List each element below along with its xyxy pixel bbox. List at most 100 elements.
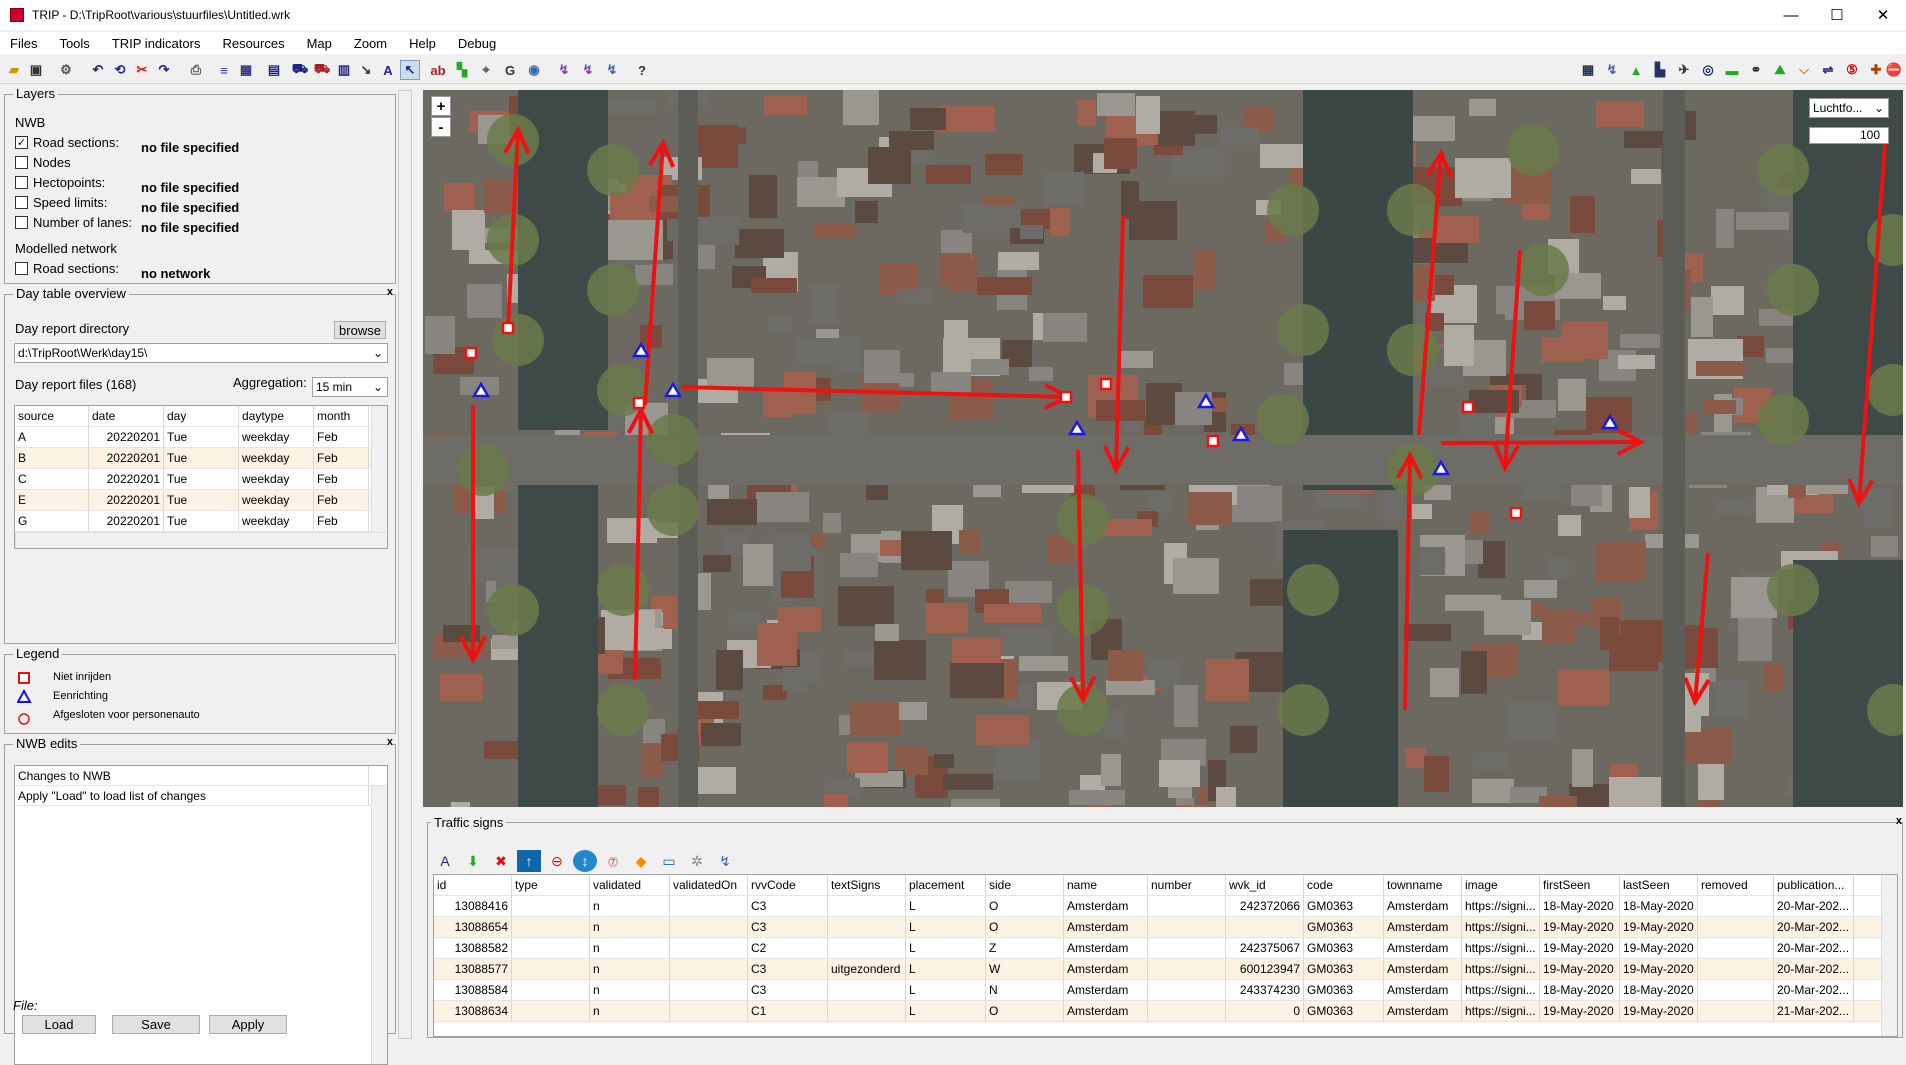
column-header[interactable]: number — [1148, 875, 1226, 895]
undo-icon[interactable]: ↶ — [88, 60, 108, 80]
table-row[interactable]: C 20220201 Tue weekday Feb — [15, 469, 387, 490]
vertical-scrollbar[interactable] — [371, 786, 387, 1064]
mandatory-sign-icon[interactable]: ↕ — [573, 850, 597, 872]
checkbox[interactable]: ✓ — [15, 136, 28, 149]
column-header[interactable]: validatedOn — [670, 875, 748, 895]
column-header[interactable]: publication... — [1774, 875, 1854, 895]
open-icon[interactable]: ▰ — [4, 60, 24, 80]
settings-icon[interactable]: ⚙ — [56, 60, 76, 80]
truck-icon[interactable]: ⛟ — [312, 60, 332, 80]
basemap-select[interactable]: Luchtfo... ⌄ — [1809, 98, 1889, 118]
google-icon[interactable]: G — [500, 60, 520, 80]
speed-sign-icon[interactable]: ⓻ — [601, 850, 625, 872]
column-header[interactable]: date — [89, 406, 164, 426]
table-row[interactable]: 13088634 n C1 L O Amsterdam 0 GM0363 Amsterdam ht… — [434, 1001, 1897, 1022]
horizontal-scrollbar[interactable] — [15, 532, 387, 548]
route-icon[interactable]: ↯ — [713, 850, 737, 872]
table-icon[interactable]: ▦ — [236, 60, 256, 80]
help-icon[interactable]: ? — [632, 60, 652, 80]
chart-icon[interactable]: ▚ — [452, 60, 472, 80]
checkbox[interactable] — [15, 216, 28, 229]
abc-icon[interactable]: ab — [428, 60, 448, 80]
save-icon[interactable]: ▣ — [26, 60, 46, 80]
view10-icon[interactable]: ⌵ — [1794, 60, 1814, 80]
route-icon[interactable]: ↯ — [554, 60, 574, 80]
route2-icon[interactable]: ↯ — [578, 60, 598, 80]
view4-icon[interactable]: ▙ — [1650, 60, 1670, 80]
day-report-dir-input[interactable]: d:\TripRoot\Werk\day15\ ⌄ — [14, 343, 388, 363]
column-header[interactable]: type — [512, 875, 590, 895]
view8-icon[interactable]: ⚭ — [1746, 60, 1766, 80]
no-entry-marker[interactable] — [1461, 400, 1475, 414]
column-header[interactable]: lastSeen — [1620, 875, 1698, 895]
menu-files[interactable]: Files — [10, 36, 37, 51]
redo-icon[interactable]: ↷ — [154, 60, 174, 80]
no-entry-marker[interactable] — [1059, 390, 1073, 404]
column-header[interactable]: month — [314, 406, 369, 426]
aggregation-select[interactable]: 15 min ⌄ — [312, 377, 388, 397]
minimize-button[interactable]: — — [1768, 0, 1814, 30]
column-header[interactable]: removed — [1698, 875, 1774, 895]
layer-modelled-road-sections[interactable]: Road sections: — [15, 261, 119, 276]
no-entry-marker[interactable] — [632, 396, 646, 410]
load-button[interactable]: Load — [22, 1015, 96, 1034]
table-row[interactable]: 13088582 n C2 L Z Amsterdam 242375067 GM0363 Ams… — [434, 938, 1897, 959]
close-button[interactable]: ✕ — [1860, 0, 1906, 30]
no-entry-marker[interactable] — [1206, 434, 1220, 448]
column-header[interactable]: id — [434, 875, 512, 895]
menu-tools[interactable]: Tools — [59, 36, 89, 51]
view7-icon[interactable]: ▬ — [1722, 60, 1742, 80]
checkbox[interactable] — [15, 156, 28, 169]
menu-zoom[interactable]: Zoom — [354, 36, 387, 51]
column-header[interactable]: placement — [906, 875, 986, 895]
layers-icon[interactable]: ≡ — [214, 60, 234, 80]
layer-number-of-lanes[interactable]: Number of lanes: — [15, 215, 132, 230]
chevron-down-icon[interactable]: ⌄ — [373, 380, 383, 394]
no-entry-icon[interactable]: ⛔ — [1884, 60, 1904, 80]
download-icon[interactable]: ⬇ — [461, 850, 485, 872]
refresh-icon[interactable]: ⟲ — [110, 60, 130, 80]
view12-icon[interactable]: ✚ — [1866, 60, 1886, 80]
maximize-button[interactable]: ☐ — [1814, 0, 1860, 30]
layer-road-sections[interactable]: ✓ Road sections: — [15, 135, 119, 150]
layer-hectopoints[interactable]: Hectopoints: — [15, 175, 105, 190]
text-icon[interactable]: A — [433, 850, 457, 872]
menu-trip-indicators[interactable]: TRIP indicators — [112, 36, 201, 51]
zoom-out-button[interactable]: - — [431, 117, 451, 137]
table-row[interactable]: 13088584 n C3 L N Amsterdam 243374230 GM0363 Ams… — [434, 980, 1897, 1001]
speed-50-icon[interactable]: ⑤ — [1842, 60, 1862, 80]
checkbox[interactable] — [15, 176, 28, 189]
checkbox[interactable] — [15, 196, 28, 209]
column-header[interactable]: validated — [590, 875, 670, 895]
column-header[interactable]: code — [1304, 875, 1384, 895]
menu-map[interactable]: Map — [307, 36, 332, 51]
table-row[interactable]: G 20220201 Tue weekday Feb — [15, 511, 387, 532]
view2-icon[interactable]: ↯ — [1602, 60, 1622, 80]
chevron-down-icon[interactable]: ⌄ — [373, 346, 383, 360]
nwb-edits-close-button[interactable]: x — [386, 736, 393, 748]
column-header[interactable]: wvk_id — [1226, 875, 1304, 895]
list-item[interactable]: Apply "Load" to load list of changes — [15, 786, 387, 806]
route3-icon[interactable]: ↯ — [602, 60, 622, 80]
view5-icon[interactable]: ✈ — [1674, 60, 1694, 80]
column-header[interactable]: townname — [1384, 875, 1462, 895]
table-row[interactable]: B 20220201 Tue weekday Feb — [15, 448, 387, 469]
zoom-in-button[interactable]: + — [431, 96, 451, 116]
panel-scrollbar[interactable] — [398, 90, 412, 1039]
view3-icon[interactable]: ▲ — [1626, 60, 1646, 80]
no-entry-marker[interactable] — [1509, 506, 1523, 520]
no-entry-marker[interactable] — [501, 321, 515, 335]
vertical-scrollbar[interactable] — [371, 406, 387, 532]
day-table-close-button[interactable]: x — [386, 286, 393, 298]
browse-button[interactable]: browse — [334, 321, 386, 339]
column-header[interactable]: name — [1064, 875, 1148, 895]
table-row[interactable]: 13088577 n C3 uitgezonderd L W Amsterdam 600123… — [434, 959, 1897, 980]
table-row[interactable]: A 20220201 Tue weekday Feb — [15, 427, 387, 448]
delete-icon[interactable]: ✖ — [489, 850, 513, 872]
no-entry-marker[interactable] — [464, 346, 478, 360]
globe-icon[interactable]: ◉ — [524, 60, 544, 80]
priority-sign-icon[interactable]: ◆ — [629, 850, 653, 872]
one-way-sign-icon[interactable]: ↑ — [517, 850, 541, 872]
column-header[interactable]: daytype — [239, 406, 314, 426]
table-row[interactable]: 13088416 n C3 L O Amsterdam 242372066 GM0363 Ams… — [434, 896, 1897, 917]
